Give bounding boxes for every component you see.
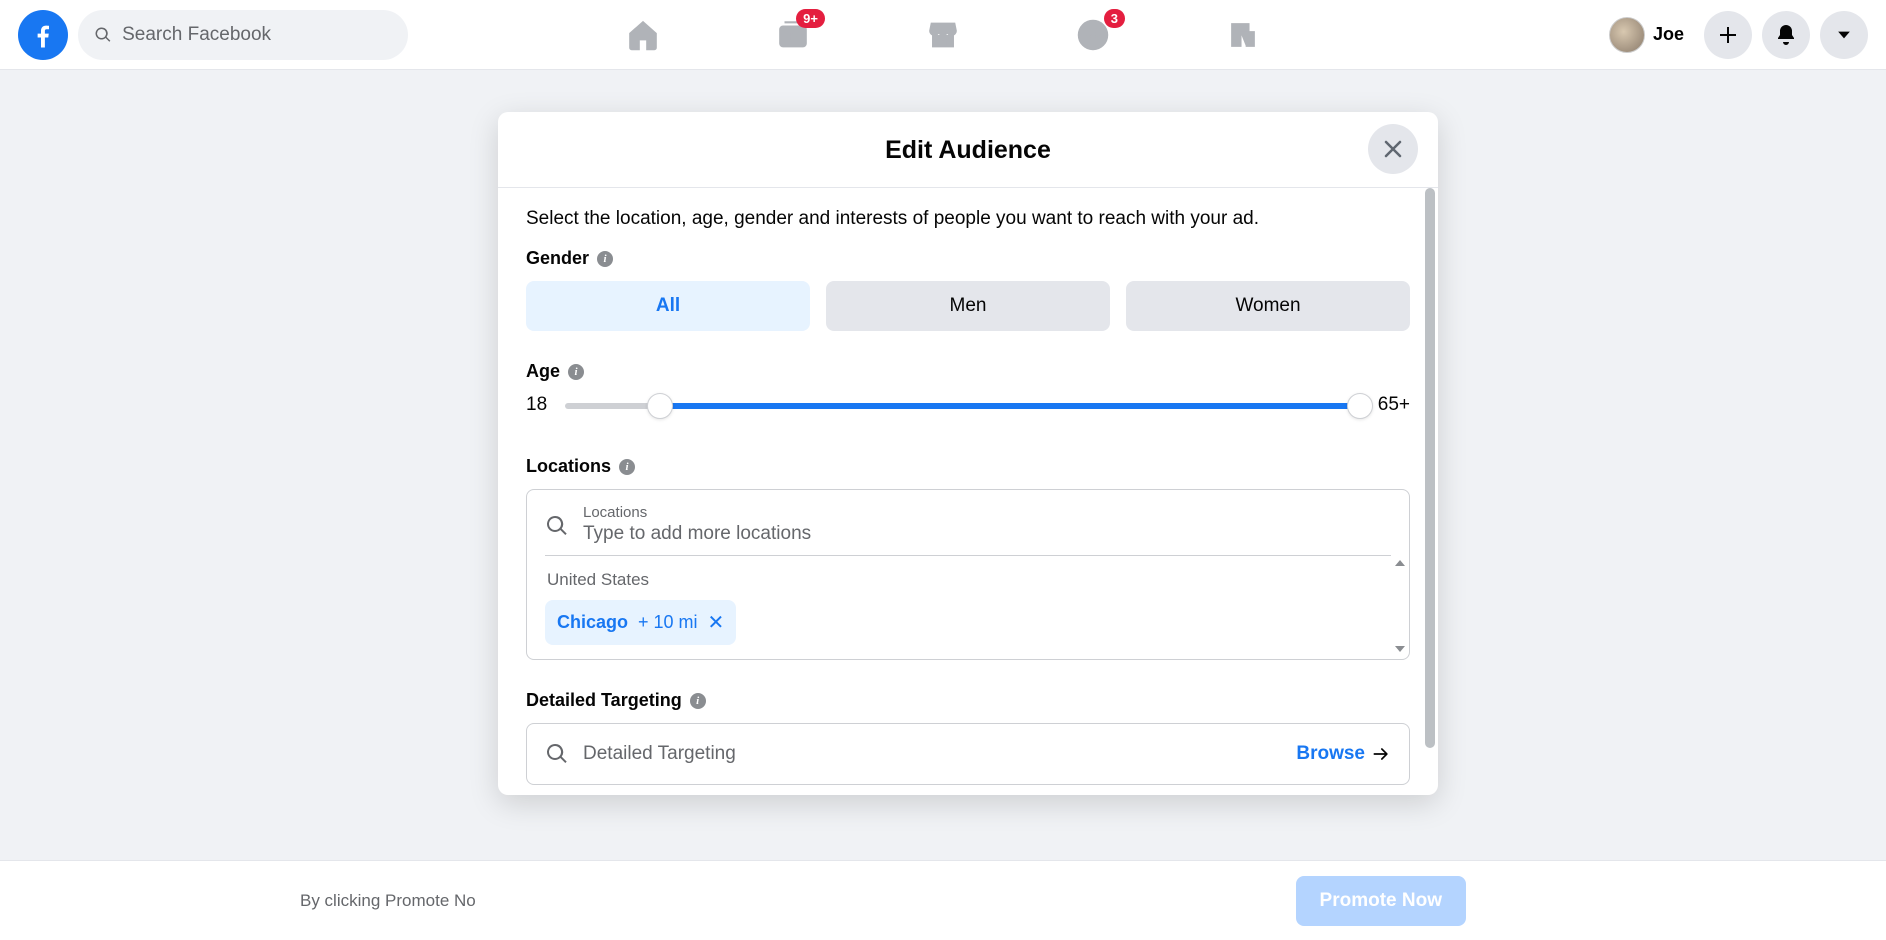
nav-marketplace[interactable]: [923, 15, 963, 55]
modal-body: Select the location, age, gender and int…: [498, 188, 1438, 795]
facebook-logo[interactable]: [18, 10, 68, 60]
location-chip-radius: + 10 mi: [638, 612, 698, 633]
locations-input-row: Locations: [545, 504, 1391, 556]
info-icon[interactable]: i: [690, 693, 706, 709]
age-min-label: 18: [526, 394, 547, 416]
locations-input[interactable]: [583, 521, 1391, 547]
nav-home[interactable]: [623, 15, 663, 55]
slider-fill: [660, 403, 1359, 409]
scrollbar-thumb[interactable]: [1425, 188, 1435, 748]
search-input[interactable]: [122, 24, 392, 46]
watch-badge: 9+: [796, 9, 825, 28]
slider-handle-min[interactable]: [647, 393, 673, 419]
home-icon: [626, 18, 660, 52]
user-name: Joe: [1653, 24, 1684, 45]
info-icon[interactable]: i: [568, 364, 584, 380]
search-icon: [545, 514, 569, 538]
nav-groups[interactable]: 3: [1073, 15, 1113, 55]
disclaimer-text: By clicking Promote No: [300, 891, 476, 911]
location-chip-name: Chicago: [557, 612, 628, 633]
search-box[interactable]: [78, 10, 408, 60]
gender-men-button[interactable]: Men: [826, 281, 1110, 331]
age-slider[interactable]: [565, 395, 1360, 415]
right-nav: Joe: [1599, 11, 1868, 59]
slider-handle-max[interactable]: [1347, 393, 1373, 419]
location-country: United States: [545, 570, 1391, 590]
user-chip[interactable]: Joe: [1599, 11, 1694, 59]
notifications-button[interactable]: [1762, 11, 1810, 59]
create-button[interactable]: [1704, 11, 1752, 59]
location-chip[interactable]: Chicago + 10 mi ✕: [545, 600, 736, 645]
scroll-down-icon: [1395, 646, 1405, 652]
marketplace-icon: [926, 18, 960, 52]
age-max-label: 65+: [1378, 394, 1410, 416]
gender-label: Gender i: [526, 248, 1410, 269]
search-icon: [94, 25, 112, 45]
gender-women-button[interactable]: Women: [1126, 281, 1410, 331]
age-label: Age i: [526, 361, 1410, 382]
nav-watch[interactable]: 9+: [773, 15, 813, 55]
info-icon[interactable]: i: [597, 251, 613, 267]
locations-box: Locations United States Chicago + 10 mi …: [526, 489, 1410, 660]
arrow-right-icon: [1371, 744, 1391, 764]
gender-segmented: All Men Women: [526, 281, 1410, 331]
plus-icon: [1716, 23, 1740, 47]
locations-label: Locations i: [526, 456, 1410, 477]
age-slider-row: 18 65+: [526, 394, 1410, 416]
caret-down-icon: [1834, 25, 1854, 45]
locations-field-label: Locations: [583, 504, 1391, 521]
bottom-bar: By clicking Promote No Promote Now: [0, 860, 1886, 940]
gender-all-button[interactable]: All: [526, 281, 810, 331]
center-nav: 9+ 3: [623, 15, 1263, 55]
modal-header: Edit Audience: [498, 112, 1438, 188]
detailed-targeting-box: Browse: [526, 723, 1410, 785]
top-header: 9+ 3 Joe: [0, 0, 1886, 70]
facebook-f-icon: [28, 20, 58, 50]
browse-link[interactable]: Browse: [1296, 743, 1391, 765]
avatar: [1609, 17, 1645, 53]
remove-location-icon[interactable]: ✕: [708, 610, 725, 635]
gaming-icon: [1227, 19, 1259, 51]
close-button[interactable]: [1368, 124, 1418, 174]
account-menu-button[interactable]: [1820, 11, 1868, 59]
close-icon: [1381, 137, 1405, 161]
edit-audience-modal: Edit Audience Select the location, age, …: [498, 112, 1438, 795]
info-icon[interactable]: i: [619, 459, 635, 475]
promote-now-button[interactable]: Promote Now: [1296, 876, 1466, 926]
search-icon: [545, 742, 569, 766]
modal-title: Edit Audience: [518, 136, 1418, 165]
scroll-up-icon: [1395, 560, 1405, 566]
bell-icon: [1774, 23, 1798, 47]
detailed-targeting-label: Detailed Targeting i: [526, 690, 1410, 711]
groups-badge: 3: [1104, 9, 1125, 28]
intro-text: Select the location, age, gender and int…: [526, 208, 1410, 230]
detailed-targeting-input[interactable]: [583, 743, 1282, 765]
locations-scroll[interactable]: [1395, 560, 1405, 660]
nav-gaming[interactable]: [1223, 15, 1263, 55]
